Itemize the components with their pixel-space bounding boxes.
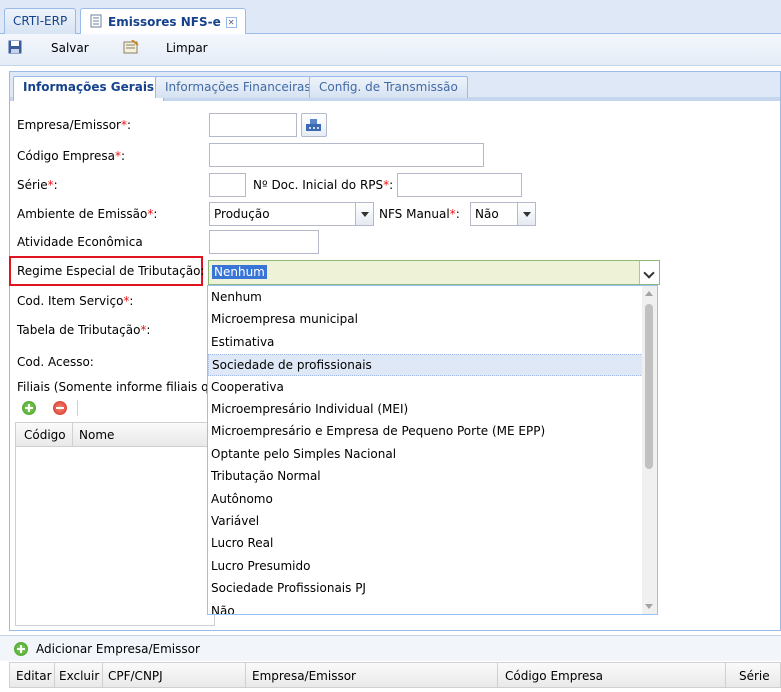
- tabela-label: Tabela de Tributação*:: [17, 323, 151, 337]
- nfs-manual-value: Não: [475, 207, 499, 221]
- regime-label: Regime Especial de Tributação:: [17, 264, 205, 278]
- tab-informacoes-gerais[interactable]: Informações Gerais: [13, 76, 165, 101]
- top-tab-bar: CRTI-ERP Emissores NFS-e ✕: [0, 0, 781, 35]
- dropdown-option[interactable]: Microempresa municipal: [208, 309, 643, 331]
- dropdown-option[interactable]: Autônomo: [208, 489, 643, 511]
- ambiente-select[interactable]: Produção: [209, 202, 374, 226]
- tab-label: Informações Gerais: [23, 80, 155, 94]
- tab-config-transmissao[interactable]: Config. de Transmissão: [309, 76, 468, 98]
- tab-label: Informações Financeiras: [165, 80, 311, 94]
- codigo-empresa-field[interactable]: [209, 143, 484, 167]
- column-divider: [497, 663, 498, 687]
- tab-crti-erp[interactable]: CRTI-ERP: [4, 8, 77, 34]
- add-company-bar: Adicionar Empresa/Emissor: [0, 635, 781, 661]
- chevron-down-icon[interactable]: [517, 203, 535, 225]
- column-divider: [245, 663, 246, 687]
- ambiente-value: Produção: [214, 207, 270, 221]
- column-header[interactable]: Excluir: [59, 669, 99, 683]
- dropdown-option[interactable]: Nenhum: [208, 287, 643, 309]
- empresa-label: Empresa/Emissor*:: [17, 118, 132, 132]
- tab-label: Config. de Transmissão: [319, 80, 458, 94]
- column-header[interactable]: Empresa/Emissor: [252, 669, 356, 683]
- column-header[interactable]: Código: [24, 428, 66, 442]
- dropdown-option[interactable]: Tributação Normal: [208, 466, 643, 488]
- save-icon: [8, 40, 22, 54]
- column-header[interactable]: Série: [739, 669, 770, 683]
- tab-informacoes-financeiras[interactable]: Informações Financeiras: [155, 76, 321, 98]
- atividade-label: Atividade Econômica: [17, 235, 143, 249]
- add-icon[interactable]: [14, 642, 28, 656]
- column-divider: [102, 663, 103, 687]
- search-company-icon: [306, 119, 321, 131]
- scroll-up-icon[interactable]: [645, 291, 653, 296]
- scroll-down-icon[interactable]: [645, 604, 653, 609]
- column-header[interactable]: CPF/CNPJ: [108, 669, 163, 683]
- filiais-label: Filiais (Somente informe filiais qu: [17, 380, 217, 394]
- tab-emissores-nfse[interactable]: Emissores NFS-e ✕: [80, 8, 246, 35]
- column-divider: [54, 663, 55, 687]
- clear-button[interactable]: Limpar: [123, 40, 208, 55]
- toolbar-divider: [77, 400, 78, 416]
- cod-acesso-label: Cod. Acesso:: [17, 355, 94, 369]
- toolbar: Salvar Limpar: [0, 34, 781, 66]
- column-header[interactable]: Nome: [79, 428, 114, 442]
- nfs-manual-label: NFS Manual*:: [379, 207, 460, 221]
- num-doc-field[interactable]: [397, 173, 522, 197]
- grid-header: Código Nome: [16, 423, 214, 447]
- add-icon[interactable]: [22, 401, 36, 415]
- chevron-down-icon[interactable]: [639, 261, 659, 284]
- codigo-empresa-label: Código Empresa*:: [17, 149, 126, 163]
- close-icon[interactable]: ✕: [225, 17, 237, 28]
- dropdown-option[interactable]: Microempresário e Empresa de Pequeno Por…: [208, 421, 643, 443]
- dropdown-option[interactable]: Sociedade Profissionais PJ: [208, 578, 643, 600]
- serie-field[interactable]: [209, 173, 246, 197]
- tab-label: Emissores NFS-e: [108, 15, 221, 29]
- document-icon: [89, 14, 103, 28]
- dropdown-option[interactable]: Cooperativa: [208, 377, 643, 399]
- serie-label: Série*:: [17, 178, 58, 192]
- dropdown-option[interactable]: Optante pelo Simples Nacional: [208, 444, 643, 466]
- filiais-toolbar: [15, 398, 215, 420]
- clear-label: Limpar: [166, 41, 208, 55]
- inner-tab-strip: Informações Gerais Informações Financeir…: [10, 72, 780, 101]
- remove-icon[interactable]: [53, 401, 67, 415]
- column-header[interactable]: Código Empresa: [505, 669, 603, 683]
- dropdown-option[interactable]: Estimativa: [208, 332, 643, 354]
- add-company-button[interactable]: Adicionar Empresa/Emissor: [36, 642, 200, 656]
- empresa-field[interactable]: [209, 113, 297, 137]
- scrollbar[interactable]: [642, 286, 657, 614]
- tab-label: CRTI-ERP: [13, 14, 68, 28]
- regime-dropdown-list: Nenhum Microempresa municipal Estimativa So…: [207, 285, 658, 615]
- dropdown-option[interactable]: Variável: [208, 511, 643, 533]
- atividade-field[interactable]: [209, 230, 319, 254]
- clear-icon: [123, 40, 139, 54]
- column-header[interactable]: Editar: [16, 669, 52, 683]
- dropdown-option[interactable]: Microempresário Individual (MEI): [208, 399, 643, 421]
- save-button[interactable]: Salvar: [8, 40, 89, 55]
- ambiente-label: Ambiente de Emissão*:: [17, 207, 158, 221]
- dropdown-option[interactable]: Não: [208, 601, 643, 614]
- filiais-grid: Código Nome: [15, 422, 215, 626]
- scroll-thumb[interactable]: [645, 304, 653, 469]
- num-doc-label: Nº Doc. Inicial do RPS*:: [253, 178, 394, 192]
- column-divider: [725, 663, 726, 687]
- nfs-manual-select[interactable]: Não: [470, 202, 536, 226]
- regime-value[interactable]: Nenhum: [212, 265, 267, 279]
- cod-item-label: Cod. Item Serviço*:: [17, 294, 134, 308]
- save-label: Salvar: [51, 41, 89, 55]
- column-divider: [72, 423, 73, 447]
- dropdown-option[interactable]: Lucro Real: [208, 533, 643, 555]
- empresa-lookup-button[interactable]: [301, 113, 327, 137]
- chevron-down-icon[interactable]: [355, 203, 373, 225]
- companies-grid-header: Editar Excluir CPF/CNPJ Empresa/Emissor …: [9, 662, 781, 688]
- dropdown-option[interactable]: Sociedade de profissionais: [208, 354, 643, 377]
- dropdown-option[interactable]: Lucro Presumido: [208, 556, 643, 578]
- regime-select[interactable]: Nenhum: [208, 260, 660, 285]
